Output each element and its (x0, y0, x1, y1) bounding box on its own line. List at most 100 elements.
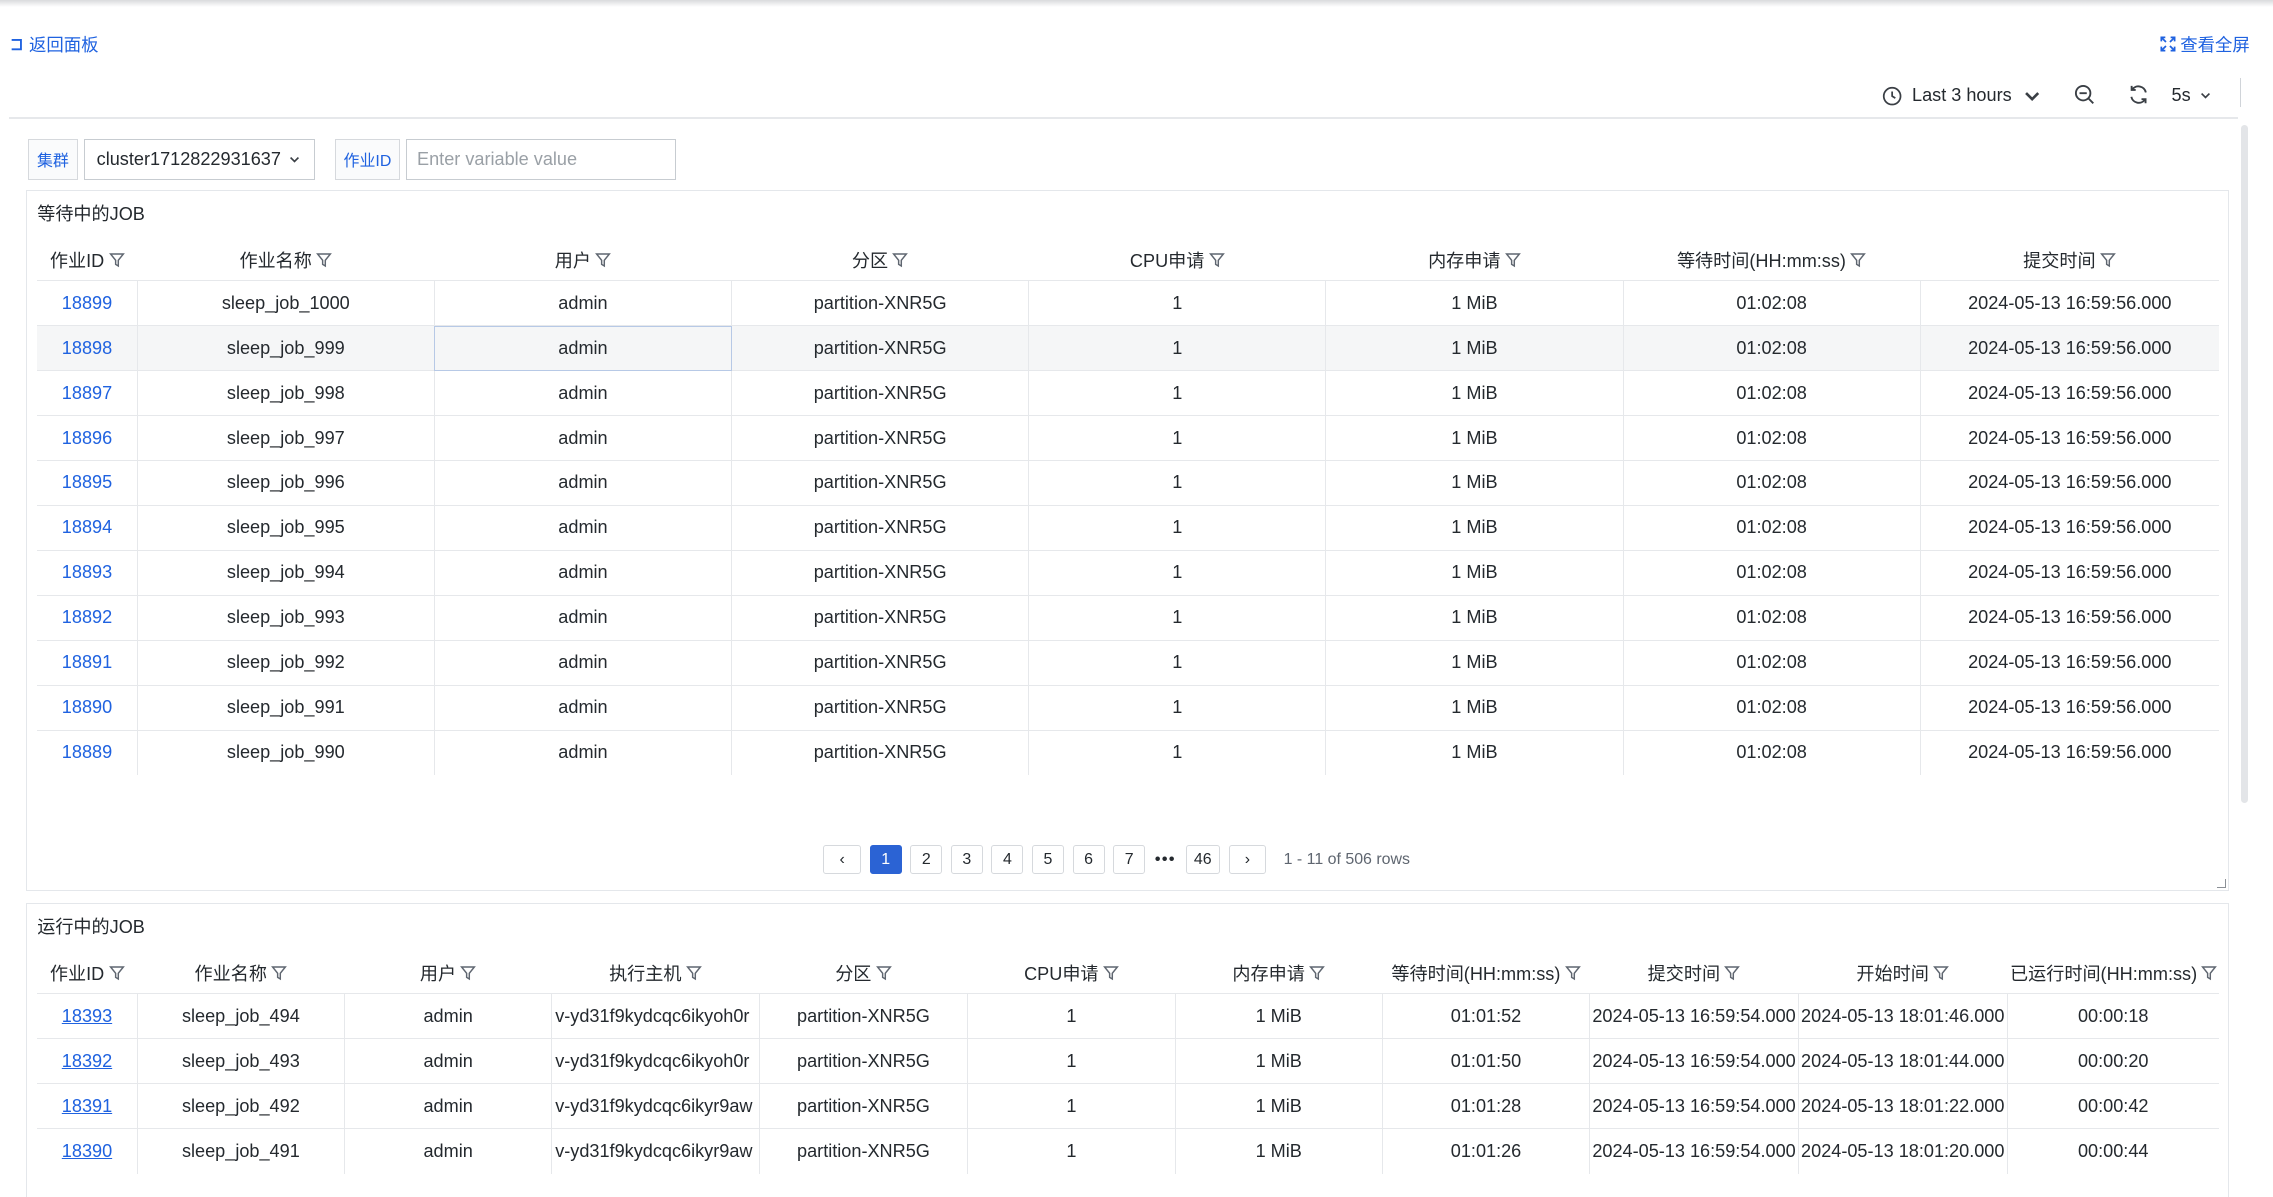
cluster-select[interactable]: cluster1712822931637 (84, 139, 315, 180)
scrollbar-thumb[interactable] (2241, 124, 2249, 804)
filter-icon[interactable] (1102, 965, 1119, 981)
filter-icon[interactable] (460, 965, 477, 981)
table-cell[interactable]: 18393 (37, 993, 138, 1039)
column-header[interactable]: 等待时间(HH:mm:ss) (1623, 240, 1920, 281)
column-header[interactable]: 提交时间 (1590, 953, 1799, 994)
next-page-button[interactable]: › (1228, 845, 1267, 875)
prev-page-button[interactable]: ‹ (823, 845, 862, 875)
filter-icon[interactable] (1933, 965, 1950, 981)
job-id-link[interactable]: 18896 (62, 428, 112, 448)
table-cell[interactable]: 18890 (37, 684, 138, 731)
column-header[interactable]: 执行主机 (552, 953, 759, 994)
table-cell[interactable]: 18897 (37, 370, 138, 416)
job-id-link[interactable]: 18895 (62, 472, 112, 492)
column-header[interactable]: 作业ID (37, 953, 137, 994)
job-id-link[interactable]: 18890 (62, 697, 112, 717)
time-range-picker[interactable]: Last 3 hours (1882, 81, 2043, 110)
table-row[interactable]: 18899 sleep_job_1000 admin partition-XNR5G 1… (37, 280, 2219, 326)
table-cell[interactable]: 18894 (37, 504, 138, 551)
column-header[interactable]: 分区 (759, 953, 968, 994)
filter-icon[interactable] (1850, 252, 1867, 268)
page-button[interactable]: 4 (991, 845, 1024, 875)
table-row[interactable]: 18893 sleep_job_994 admin partition-XNR5G 1 1… (37, 549, 2219, 596)
filter-icon[interactable] (108, 965, 125, 981)
filter-icon[interactable] (685, 965, 702, 981)
page-button[interactable]: 2 (910, 845, 943, 875)
table-cell[interactable]: 18892 (37, 594, 138, 641)
page-button[interactable]: 5 (1032, 845, 1064, 875)
table-row[interactable]: 18889 sleep_job_990 admin partition-XNR5G 1 1… (37, 729, 2219, 776)
job-id-link[interactable]: 18898 (62, 338, 112, 358)
table-row[interactable]: 18391 sleep_job_492 admin v-yd31f9kydcqc6ik… (37, 1083, 2219, 1129)
table-cell[interactable]: 18891 (37, 639, 138, 686)
filter-icon[interactable] (1724, 965, 1741, 981)
job-id-link[interactable]: 18899 (62, 293, 112, 313)
filter-icon[interactable] (1208, 252, 1225, 268)
filter-icon[interactable] (875, 965, 892, 981)
column-header[interactable]: 提交时间 (1920, 240, 2219, 281)
table-row[interactable]: 18896 sleep_job_997 admin partition-XNR5G 1 1… (37, 415, 2219, 461)
table-cell[interactable]: 18895 (37, 460, 138, 506)
filter-icon[interactable] (108, 252, 125, 268)
table-row[interactable]: 18891 sleep_job_992 admin partition-XNR5G 1 1… (37, 639, 2219, 686)
job-id-link[interactable]: 18892 (62, 607, 112, 627)
jobid-input[interactable] (405, 139, 676, 180)
panel-resize-handle[interactable] (2216, 878, 2226, 888)
column-header[interactable]: 作业名称 (137, 240, 434, 281)
filter-icon[interactable] (1564, 965, 1581, 981)
filter-icon[interactable] (1309, 965, 1326, 981)
table-cell[interactable]: 18391 (37, 1083, 138, 1129)
page-button[interactable]: 1 (869, 845, 902, 875)
table-cell[interactable]: 18889 (37, 729, 138, 776)
table-row[interactable]: 18892 sleep_job_993 admin partition-XNR5G 1 1… (37, 594, 2219, 641)
table-row[interactable]: 18390 sleep_job_491 admin v-yd31f9kydcqc6ik… (37, 1128, 2219, 1174)
filter-icon[interactable] (1504, 252, 1521, 268)
filter-icon[interactable] (316, 252, 333, 268)
column-header[interactable]: CPU申请 (1029, 240, 1326, 281)
column-header[interactable]: 分区 (732, 240, 1029, 281)
table-cell[interactable]: 18893 (37, 549, 138, 596)
refresh-icon[interactable] (2127, 83, 2150, 106)
column-header[interactable]: 用户 (345, 953, 552, 994)
job-id-link[interactable]: 18392 (62, 1051, 112, 1071)
refresh-interval-picker[interactable]: 5s (2172, 81, 2213, 110)
table-row[interactable]: 18894 sleep_job_995 admin partition-XNR5G 1 1… (37, 504, 2219, 551)
job-id-link[interactable]: 18889 (62, 742, 112, 762)
job-id-link[interactable]: 18893 (62, 562, 112, 582)
filter-icon[interactable] (892, 252, 909, 268)
column-header[interactable]: 作业ID (37, 240, 137, 281)
column-header[interactable]: 作业名称 (137, 953, 344, 994)
back-to-dashboard-link[interactable]: 返回面板 (9, 32, 98, 57)
filter-icon[interactable] (271, 965, 288, 981)
table-cell[interactable]: 18899 (37, 280, 138, 326)
filter-icon[interactable] (2100, 252, 2116, 268)
table-row[interactable]: 18392 sleep_job_493 admin v-yd31f9kydcqc6ik… (37, 1038, 2219, 1084)
table-cell[interactable]: 18896 (37, 415, 138, 461)
table-cell[interactable]: 18390 (37, 1128, 138, 1174)
table-row[interactable]: 18897 sleep_job_998 admin partition-XNR5G 1 1… (37, 370, 2219, 416)
job-id-link[interactable]: 18897 (62, 383, 112, 403)
job-id-link[interactable]: 18891 (62, 652, 112, 672)
filter-icon[interactable] (2201, 965, 2218, 981)
column-header[interactable]: CPU申请 (968, 953, 1175, 994)
page-button[interactable]: 6 (1072, 845, 1105, 875)
page-button[interactable]: 3 (950, 845, 983, 875)
zoom-out-icon[interactable] (2073, 83, 2096, 106)
table-row[interactable]: 18890 sleep_job_991 admin partition-XNR5G 1 1… (37, 684, 2219, 731)
filter-icon[interactable] (595, 252, 612, 268)
table-row[interactable]: 18895 sleep_job_996 admin partition-XNR5G 1 1… (37, 460, 2219, 506)
column-header[interactable]: 开始时间 (1798, 953, 2007, 994)
table-row[interactable]: 18393 sleep_job_494 admin v-yd31f9kydcqc6ik… (37, 993, 2219, 1039)
view-fullscreen-link[interactable]: 查看全屏 (2160, 32, 2250, 57)
page-button[interactable]: 7 (1113, 845, 1146, 875)
table-cell[interactable]: 18898 (37, 325, 138, 371)
column-header[interactable]: 内存申请 (1175, 953, 1382, 994)
job-id-link[interactable]: 18390 (62, 1141, 112, 1161)
page-button-last[interactable]: 46 (1185, 845, 1220, 875)
job-id-link[interactable]: 18894 (62, 517, 112, 537)
table-row[interactable]: 18898 sleep_job_999 admin partition-XNR5G 1 1… (37, 325, 2219, 371)
job-id-link[interactable]: 18393 (62, 1006, 112, 1026)
column-header[interactable]: 内存申请 (1326, 240, 1623, 281)
table-cell[interactable]: 18392 (37, 1038, 138, 1084)
column-header[interactable]: 用户 (434, 240, 731, 281)
